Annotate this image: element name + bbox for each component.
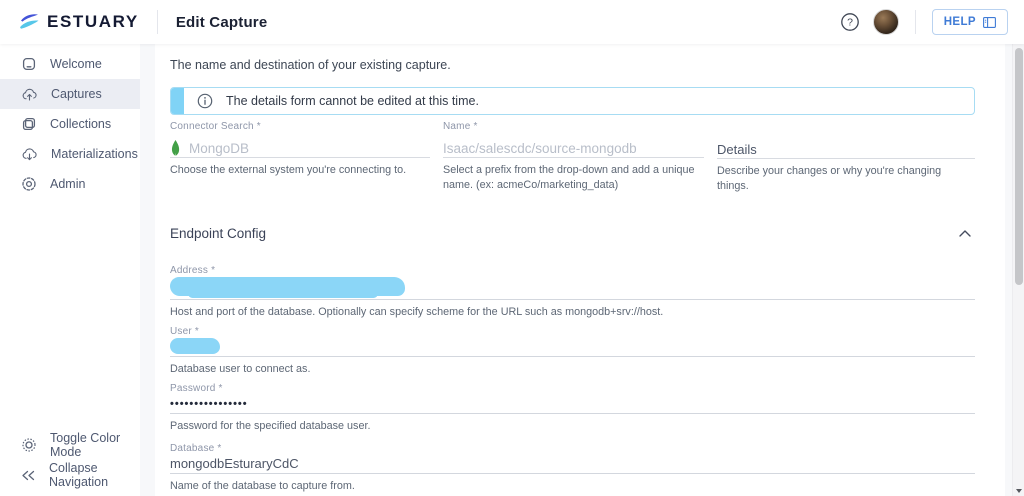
- info-icon: [197, 93, 213, 109]
- password-label: Password *: [170, 383, 223, 395]
- details-field: Details Describe your changes or why you…: [717, 121, 975, 194]
- capture-details-row: Connector Search * MongoDB Choose the ex…: [170, 121, 975, 194]
- sidebar-item-materializations[interactable]: Materializations: [0, 139, 140, 169]
- sidebar-item-welcome[interactable]: Welcome: [0, 49, 140, 79]
- scrollbar-down-arrow[interactable]: [1016, 489, 1022, 493]
- cloud-upload-icon: [22, 88, 37, 101]
- sun-icon: [22, 438, 36, 452]
- help-button-label: HELP: [943, 16, 976, 28]
- estuary-logo-icon: [20, 14, 39, 29]
- password-helper: Password for the specified database user…: [170, 420, 371, 433]
- alert-message: The details form cannot be edited at thi…: [226, 94, 479, 108]
- address-input[interactable]: [170, 276, 975, 301]
- app-header: ESTUARY Edit Capture ? HELP: [0, 0, 1024, 44]
- details-helper: Describe your changes or why you're chan…: [717, 165, 942, 193]
- main-layout: Welcome Captures Collections Materializa…: [0, 44, 1024, 496]
- address-label: Address *: [170, 265, 216, 277]
- capture-intro-text: The name and destination of your existin…: [170, 58, 451, 72]
- capture-form-card: The name and destination of your existin…: [155, 44, 1005, 496]
- endpoint-config-collapse-button[interactable]: [955, 226, 975, 241]
- sidebar-item-admin[interactable]: Admin: [0, 169, 140, 199]
- name-helper: Select a prefix from the drop-down and a…: [443, 164, 695, 192]
- endpoint-config-title: Endpoint Config: [170, 226, 267, 242]
- header-divider-2: [914, 10, 916, 34]
- alert-accent-bar: [171, 88, 184, 114]
- brand-wordmark: ESTUARY: [47, 12, 139, 31]
- user-redacted-value: [170, 338, 220, 355]
- help-button[interactable]: HELP: [931, 9, 1008, 35]
- sidebar-item-label: Materializations: [51, 147, 138, 161]
- help-question-icon[interactable]: ?: [840, 12, 860, 32]
- user-label: User *: [170, 326, 199, 338]
- sidebar-footer-label: Toggle Color Mode: [50, 431, 121, 459]
- user-avatar[interactable]: [872, 9, 899, 35]
- details-label: Details: [717, 141, 757, 157]
- content-area: The name and destination of your existin…: [140, 44, 1024, 496]
- name-label: Name *: [443, 121, 478, 132]
- page-scrollbar[interactable]: [1012, 44, 1024, 496]
- estuary-logo[interactable]: ESTUARY: [18, 12, 139, 32]
- toggle-color-mode[interactable]: Toggle Color Mode: [0, 430, 140, 460]
- user-input[interactable]: [170, 337, 975, 358]
- database-helper: Name of the database to capture from.: [170, 479, 355, 492]
- scrollbar-thumb[interactable]: [1015, 48, 1023, 285]
- database-input[interactable]: mongodbEsturaryCdC: [170, 454, 975, 474]
- header-divider: [156, 10, 158, 34]
- collections-icon: [22, 117, 36, 131]
- sidebar-footer-label: Collapse Navigation: [49, 461, 109, 489]
- details-label-spacer: [717, 121, 975, 140]
- cloud-download-icon: [22, 147, 37, 160]
- connector-search-label: Connector Search *: [170, 121, 261, 132]
- database-label: Database *: [170, 442, 222, 454]
- password-input[interactable]: ••••••••••••••••: [170, 394, 975, 415]
- sidebar-item-collections[interactable]: Collections: [0, 109, 140, 139]
- connector-search-value: MongoDB: [189, 140, 250, 156]
- details-input[interactable]: Details: [717, 140, 975, 159]
- svg-text:?: ?: [847, 17, 853, 29]
- mongodb-leaf-icon: [171, 140, 180, 156]
- name-input: Isaac/salescdc/source-mongodb: [443, 139, 704, 158]
- sidebar-footer: Toggle Color Mode Collapse Navigation: [0, 430, 140, 496]
- user-helper: Database user to connect as.: [170, 363, 311, 376]
- connector-search-helper: Choose the external system you're connec…: [170, 164, 407, 176]
- sidebar-item-label: Captures: [51, 87, 102, 101]
- home-icon: [22, 57, 36, 71]
- sidebar: Welcome Captures Collections Materializa…: [0, 44, 140, 496]
- gear-icon: [22, 177, 36, 191]
- connector-search-field: Connector Search * MongoDB Choose the ex…: [170, 121, 430, 194]
- password-masked-value: ••••••••••••••••: [170, 397, 248, 410]
- sidebar-item-label: Admin: [50, 177, 86, 191]
- database-value: mongodbEsturaryCdC: [170, 455, 299, 471]
- collapse-navigation[interactable]: Collapse Navigation: [0, 460, 140, 490]
- sidebar-item-captures[interactable]: Captures: [0, 79, 140, 109]
- chevron-up-icon: [959, 230, 971, 237]
- address-redacted-value: [170, 277, 405, 299]
- sidebar-item-label: Collections: [50, 117, 112, 131]
- connector-search-input: MongoDB: [170, 139, 430, 158]
- double-chevron-left-icon: [22, 470, 35, 480]
- info-alert: The details form cannot be edited at thi…: [170, 87, 975, 115]
- name-field: Name * Isaac/salescdc/source-mongodb Sel…: [443, 121, 704, 194]
- name-value: Isaac/salescdc/source-mongodb: [443, 140, 637, 156]
- sidebar-item-label: Welcome: [50, 57, 102, 71]
- endpoint-config-header: Endpoint Config: [170, 226, 975, 241]
- address-helper: Host and port of the database. Optionall…: [170, 306, 664, 319]
- docs-panel-icon: [983, 16, 996, 28]
- page-title: Edit Capture: [175, 13, 268, 31]
